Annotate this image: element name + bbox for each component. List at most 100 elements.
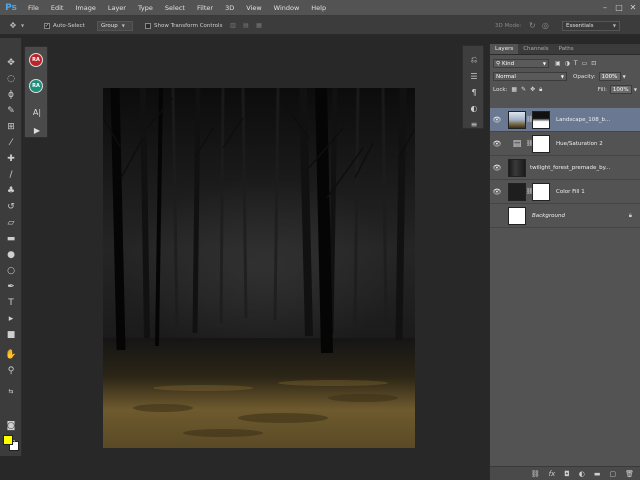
filter-smart-icon[interactable]: ⊡ bbox=[591, 60, 596, 67]
eye-icon[interactable]: 👁︎ bbox=[490, 188, 504, 196]
menu-filter[interactable]: Filter bbox=[191, 0, 219, 16]
hand-tool-icon[interactable]: ✋ bbox=[2, 348, 20, 362]
show-transform-option[interactable]: Show Transform Controls bbox=[145, 16, 222, 35]
layer-mask-thumbnail[interactable] bbox=[532, 182, 550, 201]
menu-view[interactable]: View bbox=[240, 0, 267, 16]
crop-tool-icon[interactable]: ⊞ bbox=[2, 120, 20, 134]
dodge-tool-icon[interactable]: ○ bbox=[2, 264, 20, 278]
roll-3d-icon[interactable]: ◎ bbox=[540, 21, 550, 31]
eyedropper-tool-icon[interactable]: ⁄ bbox=[2, 136, 20, 150]
fill-input[interactable]: 100% bbox=[609, 85, 632, 94]
tab-layers[interactable]: Layers bbox=[490, 44, 519, 54]
layer-row[interactable]: 👁︎ ⛓ Color Fill 1 bbox=[490, 180, 640, 204]
layer-name[interactable]: Landscape_108_b... bbox=[556, 117, 610, 123]
lock-paint-icon[interactable]: ✎ bbox=[521, 86, 526, 94]
eye-icon[interactable]: 👁︎ bbox=[490, 140, 504, 148]
mask-icon[interactable]: ◘ bbox=[564, 470, 570, 478]
layer-row[interactable]: 👁︎ ▤ ⛓ Hue/Saturation 2 bbox=[490, 132, 640, 156]
link-icon[interactable]: ⛓ bbox=[531, 470, 540, 478]
blur-tool-icon[interactable]: ● bbox=[2, 248, 20, 262]
properties-icon[interactable]: ☰ bbox=[468, 70, 480, 82]
tab-channels[interactable]: Channels bbox=[518, 44, 553, 54]
filter-adjustment-icon[interactable]: ◑ bbox=[565, 60, 570, 67]
foreground-color-swatch[interactable] bbox=[3, 435, 13, 445]
ra-icon[interactable]: RA bbox=[29, 53, 43, 67]
adjustments-icon[interactable]: ≡ bbox=[468, 118, 480, 130]
quick-select-tool-icon[interactable]: ✎ bbox=[2, 104, 20, 118]
tab-paths[interactable]: Paths bbox=[554, 44, 579, 54]
rotate-3d-icon[interactable]: ↻ bbox=[527, 21, 537, 31]
eye-icon[interactable]: 👁︎ bbox=[490, 212, 504, 220]
folder-icon[interactable]: ▬ bbox=[594, 470, 601, 478]
lasso-tool-icon[interactable]: ϕ bbox=[2, 88, 20, 102]
gradient-tool-icon[interactable]: ▬ bbox=[2, 232, 20, 246]
close-button[interactable]: ✕ bbox=[626, 0, 640, 16]
layer-row[interactable]: 👁︎ Background 🔒︎ bbox=[490, 204, 640, 228]
layer-mask-thumbnail[interactable] bbox=[532, 110, 550, 129]
history-brush-tool-icon[interactable]: ↺ bbox=[2, 200, 20, 214]
zoom-tool-icon[interactable]: ⚲ bbox=[2, 364, 20, 378]
adjustment-icon[interactable]: ◐ bbox=[579, 470, 585, 478]
menu-image[interactable]: Image bbox=[69, 0, 101, 16]
history-icon[interactable]: ⎌ bbox=[468, 54, 480, 66]
opacity-input[interactable]: 100% bbox=[598, 72, 621, 81]
brush-tool-icon[interactable]: / bbox=[2, 168, 20, 182]
auto-select-checkbox[interactable]: ✓ bbox=[44, 22, 50, 29]
target-select[interactable]: Group ▼ bbox=[97, 16, 133, 35]
layer-row[interactable]: 👁︎ ⛓ Landscape_108_b... bbox=[490, 108, 640, 132]
maximize-button[interactable]: □ bbox=[612, 0, 626, 16]
swap-colors-icon[interactable]: ⇆ bbox=[2, 384, 20, 398]
eye-icon[interactable]: 👁︎ bbox=[490, 164, 504, 172]
type-tool-icon[interactable]: T bbox=[2, 296, 20, 310]
swatches-icon[interactable]: ◐ bbox=[468, 102, 480, 114]
fx-icon[interactable]: fx bbox=[549, 470, 556, 478]
marquee-tool-icon[interactable]: ◌ bbox=[2, 72, 20, 86]
play-icon[interactable]: ▶ bbox=[30, 123, 44, 137]
trash-icon[interactable]: 🗑︎ bbox=[625, 470, 634, 478]
ra-icon[interactable]: RA bbox=[29, 79, 43, 93]
clone-stamp-tool-icon[interactable]: ♣ bbox=[2, 184, 20, 198]
show-transform-checkbox[interactable] bbox=[145, 22, 151, 29]
chevron-down-icon[interactable]: ▼ bbox=[623, 74, 626, 79]
blend-mode-select[interactable]: Normal ▼ bbox=[493, 72, 567, 81]
chevron-down-icon[interactable]: ▼ bbox=[634, 87, 637, 92]
path-select-tool-icon[interactable]: ▸ bbox=[2, 312, 20, 326]
workspace-select[interactable]: Essentials ▼ bbox=[562, 16, 620, 35]
quick-mask-icon[interactable]: ◙ bbox=[2, 419, 20, 433]
filter-type-icon[interactable]: T bbox=[574, 60, 578, 67]
lock-pixels-icon[interactable]: ▦ bbox=[511, 86, 517, 94]
filter-pixel-icon[interactable]: ▣ bbox=[555, 60, 561, 67]
layer-name[interactable]: Color Fill 1 bbox=[556, 189, 585, 195]
filter-shape-icon[interactable]: ▭ bbox=[582, 60, 588, 67]
brush-preset-icon[interactable]: ¶ bbox=[468, 86, 480, 98]
layer-name[interactable]: Hue/Saturation 2 bbox=[556, 141, 603, 147]
rectangle-tool-icon[interactable]: ■ bbox=[2, 328, 20, 342]
kind-filter-select[interactable]: ⚲ Kind ▼ bbox=[493, 59, 549, 68]
eraser-tool-icon[interactable]: ▱ bbox=[2, 216, 20, 230]
menu-file[interactable]: File bbox=[22, 0, 45, 16]
document-canvas[interactable] bbox=[103, 88, 415, 448]
layer-name[interactable]: Background bbox=[532, 213, 565, 219]
eye-icon[interactable]: 👁︎ bbox=[490, 116, 504, 124]
lock-icons: ▦ ✎ ✥ 🔒︎ bbox=[511, 86, 542, 94]
lock-position-icon[interactable]: ✥ bbox=[530, 86, 535, 94]
new-layer-icon[interactable]: ▢ bbox=[609, 470, 616, 478]
menu-edit[interactable]: Edit bbox=[45, 0, 70, 16]
move-tool-icon[interactable]: ✥ bbox=[2, 56, 20, 70]
move-tool-preset[interactable]: ✥ ▼ bbox=[8, 16, 24, 35]
menu-layer[interactable]: Layer bbox=[102, 0, 132, 16]
menu-help[interactable]: Help bbox=[305, 0, 332, 16]
layer-row[interactable]: 👁︎ twilight_forest_premade_by... bbox=[490, 156, 640, 180]
healing-brush-tool-icon[interactable]: ✚ bbox=[2, 152, 20, 166]
layer-mask-thumbnail[interactable] bbox=[532, 134, 550, 153]
lock-all-icon[interactable]: 🔒︎ bbox=[539, 86, 542, 94]
menu-type[interactable]: Type bbox=[132, 0, 159, 16]
auto-select-option[interactable]: ✓ Auto-Select bbox=[44, 16, 85, 35]
layer-name[interactable]: twilight_forest_premade_by... bbox=[530, 165, 610, 171]
menu-select[interactable]: Select bbox=[159, 0, 191, 16]
minimize-button[interactable]: – bbox=[598, 0, 612, 16]
menu-3d[interactable]: 3D bbox=[219, 0, 240, 16]
menu-window[interactable]: Window bbox=[268, 0, 306, 16]
pen-tool-icon[interactable]: ✒ bbox=[2, 280, 20, 294]
character-panel-icon[interactable]: A| bbox=[30, 105, 44, 119]
